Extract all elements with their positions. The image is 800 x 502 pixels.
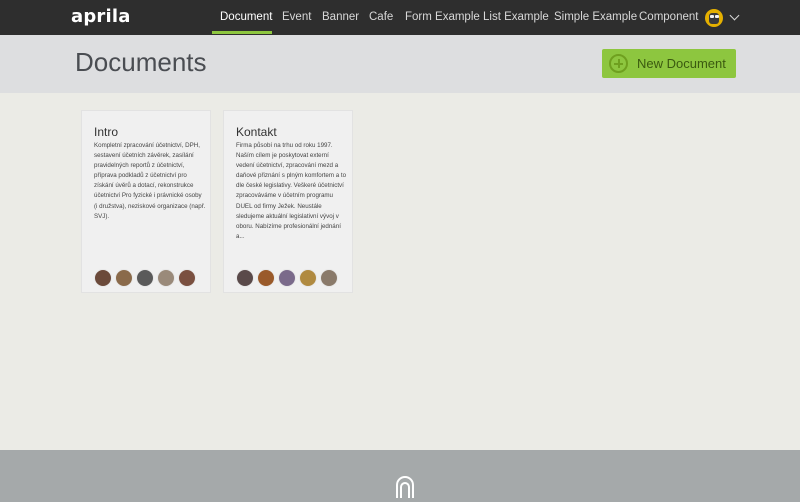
new-document-button[interactable]: New Document: [602, 49, 736, 78]
app-logo[interactable]: aprila: [71, 6, 131, 27]
document-card-intro[interactable]: Intro Kompletní zpracování účetnictví, D…: [81, 110, 211, 293]
nav-item-form-example[interactable]: Form Example: [405, 11, 480, 23]
nav-item-event[interactable]: Event: [282, 11, 311, 23]
footer-logo-icon: [396, 476, 414, 498]
page-footer: [0, 450, 800, 502]
nav-item-component[interactable]: Component: [639, 11, 698, 23]
avatar[interactable]: [278, 269, 296, 287]
nav-item-list-example[interactable]: List Example: [483, 11, 549, 23]
new-document-label: New Document: [637, 56, 726, 71]
avatar[interactable]: [320, 269, 338, 287]
card-title: Intro: [94, 125, 119, 139]
page-header: Documents New Document: [0, 35, 800, 93]
avatar[interactable]: [115, 269, 133, 287]
avatar[interactable]: [299, 269, 317, 287]
avatar[interactable]: [178, 269, 196, 287]
card-description: Firma působí na trhu od roku 1997. Naším…: [236, 142, 347, 240]
avatar[interactable]: [257, 269, 275, 287]
page-title: Documents: [75, 47, 207, 77]
plus-circle-icon: [609, 54, 628, 73]
top-navbar: aprila Document Event Banner Cafe Form E…: [0, 0, 800, 35]
nav-item-document[interactable]: Document: [220, 11, 272, 23]
document-card-kontakt[interactable]: Kontakt Firma působí na trhu od roku 199…: [223, 110, 353, 293]
nav-item-banner[interactable]: Banner: [322, 11, 359, 23]
avatar-eye-left: [710, 15, 714, 18]
avatar[interactable]: [157, 269, 175, 287]
nav-active-indicator: [212, 31, 272, 34]
avatar[interactable]: [136, 269, 154, 287]
avatar[interactable]: [236, 269, 254, 287]
avatar[interactable]: [94, 269, 112, 287]
card-title: Kontakt: [236, 125, 277, 139]
card-description: Kompletní zpracování účetnictví, DPH, se…: [94, 142, 206, 220]
nav-item-cafe[interactable]: Cafe: [369, 11, 393, 23]
avatar-eye-right: [715, 15, 719, 18]
nav-item-simple-example[interactable]: Simple Example: [554, 11, 637, 23]
user-avatar[interactable]: [705, 9, 723, 27]
chevron-down-icon[interactable]: [729, 10, 740, 21]
